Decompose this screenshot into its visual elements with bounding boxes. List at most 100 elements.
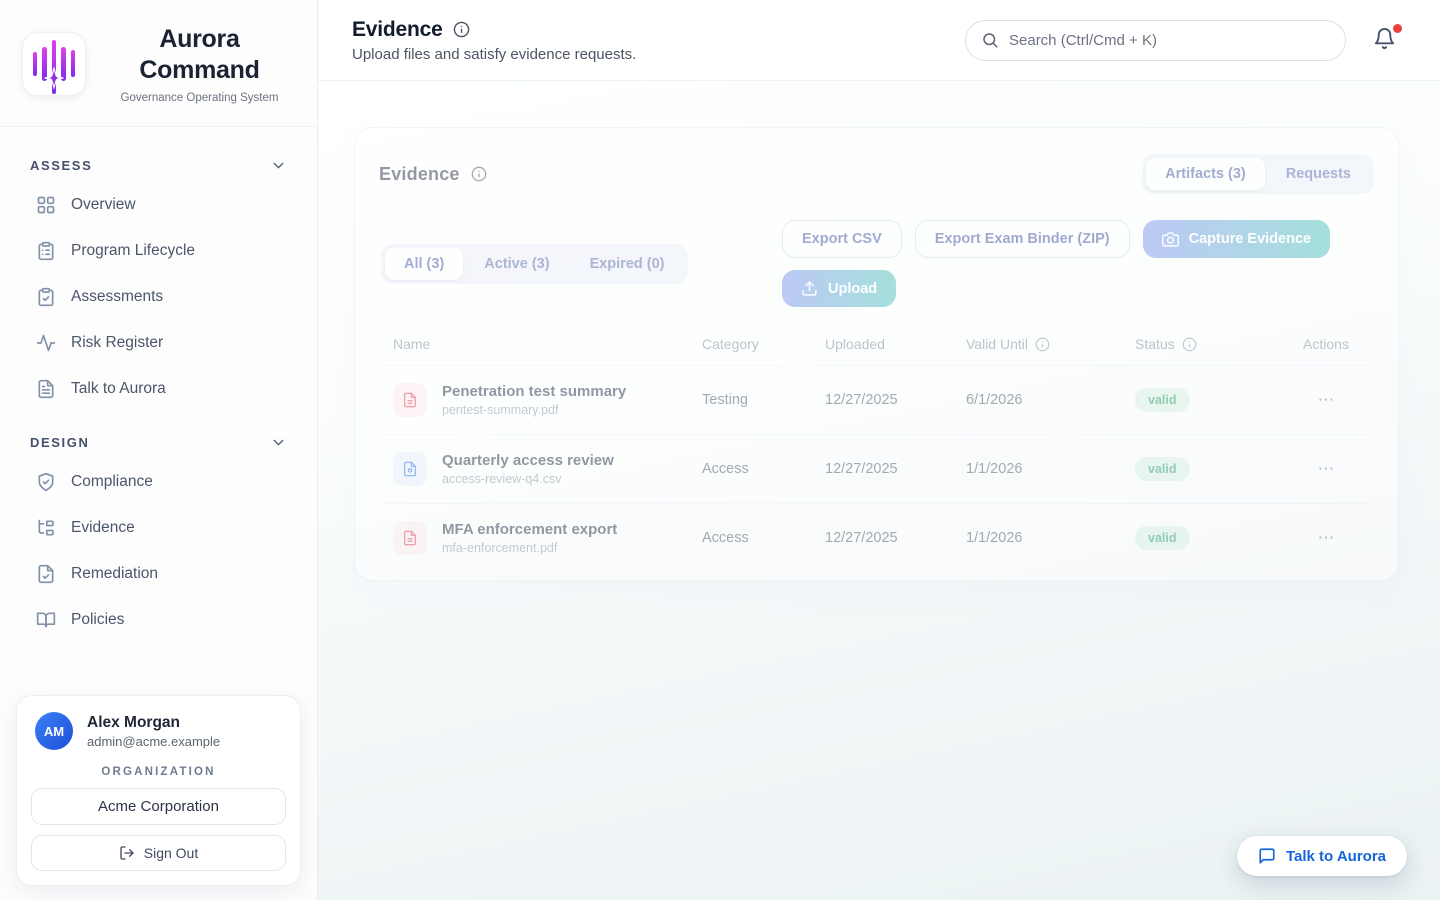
clipboard-list-icon	[36, 241, 56, 261]
capture-evidence-label: Capture Evidence	[1189, 231, 1312, 247]
user-email: admin@acme.example	[87, 734, 220, 749]
talk-to-aurora-button[interactable]: Talk to Aurora	[1237, 836, 1407, 876]
chevron-down-icon	[270, 157, 287, 174]
sidebar-item-remediation[interactable]: Remediation	[0, 551, 317, 597]
document-filename: access-review-q4.csv	[442, 472, 614, 486]
sidebar-item-assessments[interactable]: Assessments	[0, 274, 317, 320]
search-input[interactable]	[1009, 32, 1330, 49]
table-row: Penetration test summary pentest-summary…	[379, 365, 1374, 434]
notifications-button[interactable]	[1373, 27, 1396, 53]
table-row: MFA enforcement export mfa-enforcement.p…	[379, 503, 1374, 572]
sidebar-item-label: Compliance	[71, 473, 153, 491]
sidebar-item-evidence[interactable]: Evidence	[0, 505, 317, 551]
table-row: Quarterly access review access-review-q4…	[379, 434, 1374, 503]
sidebar-item-label: Overview	[71, 196, 136, 214]
filter-all[interactable]: All (3)	[385, 248, 463, 280]
sidebar-item-label: Assessments	[71, 288, 163, 306]
column-category: Category	[702, 336, 825, 352]
app-subtitle: Governance Operating System	[100, 92, 299, 104]
document-filename: pentest-summary.pdf	[442, 403, 626, 417]
valid-until-cell: 1/1/2026	[966, 461, 1135, 477]
artifacts-requests-tabs: Artifacts (3) Requests	[1142, 154, 1374, 194]
info-icon[interactable]	[1035, 337, 1050, 352]
section-header-assess[interactable]: ASSESS	[0, 149, 317, 182]
app-title: Aurora Command	[100, 24, 299, 87]
table-header: Name Category Uploaded Valid Until Statu…	[379, 323, 1374, 365]
sidebar-nav: ASSESS Overview Program Lifecycle Assess…	[0, 127, 317, 649]
sidebar-item-label: Policies	[71, 611, 124, 629]
info-icon[interactable]	[453, 21, 470, 38]
row-actions-button[interactable]: ⋯	[1318, 459, 1335, 479]
uploaded-cell: 12/27/2025	[825, 530, 966, 546]
camera-icon	[1162, 231, 1179, 248]
content-area: Evidence Artifacts (3) Requests All (3) …	[318, 81, 1440, 900]
file-text-icon	[36, 379, 56, 399]
valid-until-cell: 1/1/2026	[966, 530, 1135, 546]
uploaded-cell: 12/27/2025	[825, 392, 966, 408]
page-title: Evidence	[352, 18, 443, 42]
document-name: Quarterly access review	[442, 452, 614, 469]
book-open-icon	[36, 610, 56, 630]
evidence-table: Name Category Uploaded Valid Until Statu…	[379, 323, 1374, 572]
brand-header: Aurora Command Governance Operating Syst…	[0, 0, 317, 127]
tab-artifacts[interactable]: Artifacts (3)	[1146, 158, 1265, 190]
sidebar-item-label: Talk to Aurora	[71, 380, 166, 398]
aurora-logo-icon	[22, 32, 86, 96]
page-subtitle: Upload files and satisfy evidence reques…	[352, 46, 636, 63]
search-bar[interactable]	[965, 20, 1346, 61]
document-name: MFA enforcement export	[442, 521, 617, 538]
talk-to-aurora-label: Talk to Aurora	[1286, 848, 1386, 865]
top-bar: Evidence Upload files and satisfy eviden…	[318, 0, 1440, 81]
column-valid-until: Valid Until	[966, 336, 1135, 352]
valid-until-cell: 6/1/2026	[966, 392, 1135, 408]
csv-file-icon	[393, 452, 427, 486]
sidebar-item-compliance[interactable]: Compliance	[0, 459, 317, 505]
organization-button[interactable]: Acme Corporation	[31, 788, 286, 825]
filter-expired[interactable]: Expired (0)	[571, 248, 684, 280]
avatar: AM	[35, 712, 73, 750]
tab-requests[interactable]: Requests	[1267, 158, 1370, 190]
capture-evidence-button[interactable]: Capture Evidence	[1143, 220, 1331, 258]
shield-check-icon	[36, 472, 56, 492]
export-csv-button[interactable]: Export CSV	[782, 220, 902, 258]
status-badge: valid	[1135, 526, 1190, 550]
sidebar-item-risk-register[interactable]: Risk Register	[0, 320, 317, 366]
category-cell: Testing	[702, 392, 825, 408]
status-badge: valid	[1135, 457, 1190, 481]
filter-active[interactable]: Active (3)	[465, 248, 568, 280]
nav-section-design: DESIGN Compliance Evidence Remediation	[0, 418, 317, 649]
sidebar-item-overview[interactable]: Overview	[0, 182, 317, 228]
chevron-down-icon	[270, 434, 287, 451]
column-actions: Actions	[1292, 336, 1360, 352]
uploaded-cell: 12/27/2025	[825, 461, 966, 477]
upload-button[interactable]: Upload	[782, 270, 896, 307]
category-cell: Access	[702, 530, 825, 546]
sidebar: Aurora Command Governance Operating Syst…	[0, 0, 318, 900]
filter-tabs: All (3) Active (3) Expired (0)	[381, 244, 688, 284]
column-uploaded: Uploaded	[825, 336, 966, 352]
user-panel: AM Alex Morgan admin@acme.example ORGANI…	[16, 695, 301, 886]
sidebar-item-program-lifecycle[interactable]: Program Lifecycle	[0, 228, 317, 274]
export-exam-binder-button[interactable]: Export Exam Binder (ZIP)	[915, 220, 1130, 258]
row-actions-button[interactable]: ⋯	[1318, 528, 1335, 548]
status-badge: valid	[1135, 388, 1190, 412]
column-name: Name	[393, 336, 702, 352]
section-header-design[interactable]: DESIGN	[0, 426, 317, 459]
log-out-icon	[119, 845, 135, 861]
info-icon[interactable]	[471, 166, 487, 182]
user-name: Alex Morgan	[87, 714, 220, 732]
chat-icon	[1258, 847, 1276, 865]
column-status: Status	[1135, 336, 1292, 352]
info-icon[interactable]	[1182, 337, 1197, 352]
sidebar-item-talk-to-aurora[interactable]: Talk to Aurora	[0, 366, 317, 412]
sidebar-item-policies[interactable]: Policies	[0, 597, 317, 643]
nav-section-assess: ASSESS Overview Program Lifecycle Assess…	[0, 141, 317, 418]
row-actions-button[interactable]: ⋯	[1318, 390, 1335, 410]
organization-label: ORGANIZATION	[31, 766, 286, 778]
sidebar-item-label: Risk Register	[71, 334, 163, 352]
sign-out-button[interactable]: Sign Out	[31, 835, 286, 871]
sidebar-item-label: Program Lifecycle	[71, 242, 195, 260]
section-label: ASSESS	[30, 158, 92, 173]
folder-tree-icon	[36, 518, 56, 538]
upload-icon	[801, 280, 818, 297]
